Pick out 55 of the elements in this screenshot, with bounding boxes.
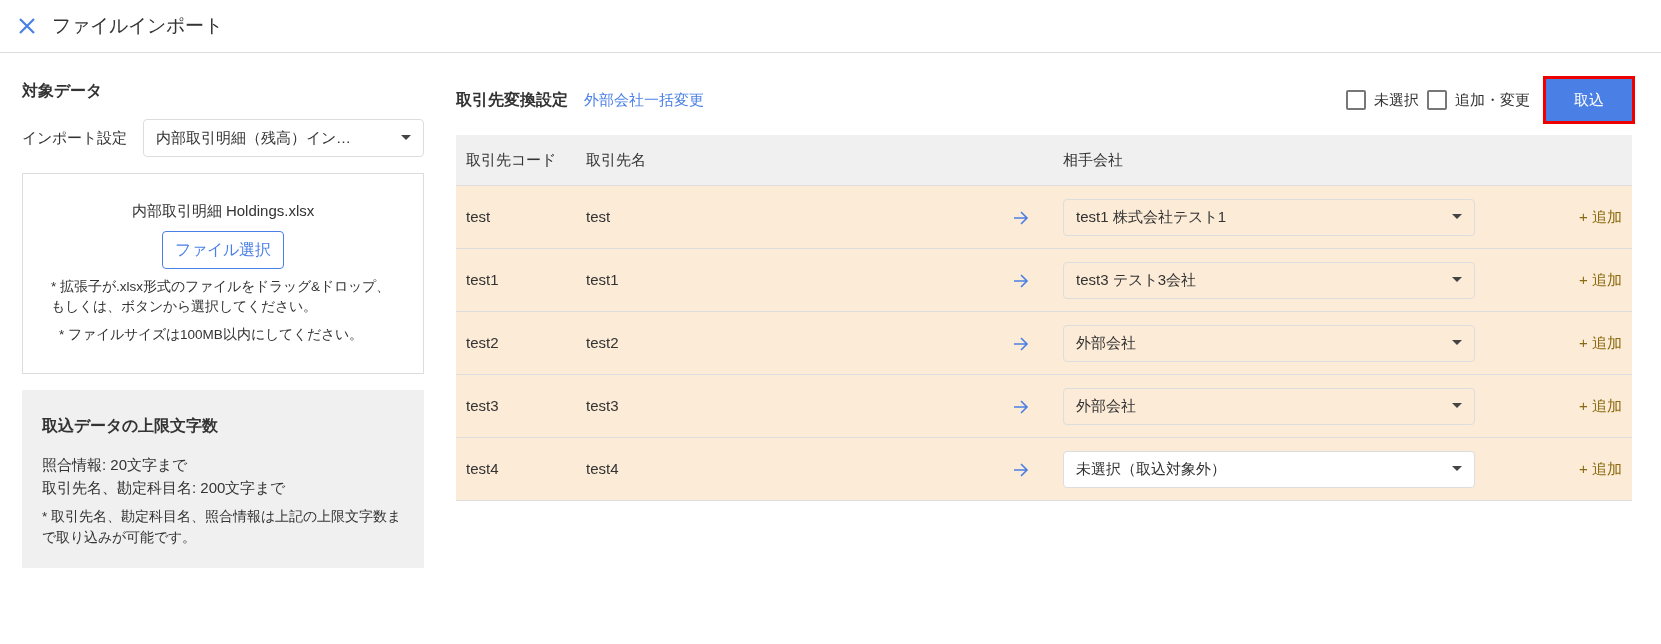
panel-heading: 取込データの上限文字数 (42, 416, 219, 437)
add-link[interactable]: + 追加 (1579, 333, 1622, 351)
table-cell-text: test1 (586, 269, 620, 290)
table-cell-text: test4 (465, 458, 500, 479)
limit-text: 照合情報: 20文字まで (42, 455, 189, 476)
note-text: * 取引先名、勘定科目名、照合情報は上記の上限文字数まで取り込みが可能です。 (42, 508, 402, 547)
caret-icon (1452, 403, 1462, 409)
limit-text: 取引先名、勘定科目名: 200文字まで (42, 477, 287, 498)
table-cell-text: test1 (465, 269, 500, 290)
file-select-button[interactable]: ファイル選択 (162, 230, 284, 269)
table-cell-text: test3 (465, 395, 500, 416)
window-title: ファイルインポート (52, 13, 223, 38)
partner-select[interactable]: 未選択（取込対象外） (1063, 450, 1475, 488)
right-arrow-icon (1013, 336, 1029, 351)
column-header: 取引先名 (586, 149, 647, 170)
table-cell-text: test (465, 206, 492, 227)
note-text: * ファイルサイズは100MB以内にしてください。 (58, 326, 364, 344)
checkbox[interactable] (1427, 90, 1447, 110)
close-icon[interactable] (18, 17, 36, 35)
table-cell-text: test2 (586, 332, 620, 353)
caret-icon (1452, 466, 1462, 472)
partner-select[interactable]: test3 テスト3会社 (1063, 261, 1475, 299)
partner-select[interactable]: 外部会社 (1063, 387, 1475, 425)
checkbox-label: 未選択 (1374, 89, 1419, 110)
add-link[interactable]: + 追加 (1579, 459, 1622, 477)
checkbox-label: 追加・変更 (1455, 89, 1530, 110)
import-button[interactable]: 取込 (1546, 79, 1632, 121)
right-arrow-icon (1013, 399, 1029, 414)
table-cell-text: test (586, 206, 612, 227)
caret-icon (1452, 277, 1462, 283)
bulk-change-link[interactable]: 外部会社一括変更 (584, 88, 704, 112)
right-arrow-icon (1013, 210, 1029, 225)
add-link[interactable]: + 追加 (1579, 270, 1622, 288)
right-arrow-icon (1013, 273, 1029, 288)
table-cell-text: test2 (465, 332, 500, 353)
caret-icon (1452, 340, 1462, 346)
right-arrow-icon (1013, 462, 1029, 477)
partner-select[interactable]: 外部会社 (1063, 324, 1475, 362)
column-header: 相手会社 (1063, 149, 1124, 170)
field-label: インポート設定 (22, 127, 127, 148)
drop-zone[interactable]: 内部取引明細 Holdings.xlsx ファイル選択 * 拡張子が.xlsx形式のファイルをドラッグ&ドロップ、もしくは、ボタンから選択してください。 * ファイルサイズは100MB以内にしてください。 (22, 173, 424, 375)
partner-select[interactable]: test1 株式会社テスト1 (1063, 198, 1475, 236)
checkbox[interactable] (1346, 90, 1366, 110)
table-cell-text: test3 (586, 395, 620, 416)
table-cell-text: test4 (586, 458, 620, 479)
note-text: * 拡張子が.xlsx形式のファイルをドラッグ&ドロップ、もしくは、ボタンから選択してください。 (51, 277, 391, 316)
column-header: 取引先コード (465, 149, 557, 170)
section-heading: 取引先変換設定 (456, 90, 568, 110)
section-heading: 対象データ (22, 81, 103, 101)
caret-icon (1452, 214, 1462, 220)
add-link[interactable]: + 追加 (1579, 207, 1622, 225)
import-setting-select[interactable]: 内部取引明細（残高）イン… (143, 119, 424, 157)
file-name: 内部取引明細 Holdings.xlsx (130, 201, 316, 221)
caret-icon (401, 135, 411, 141)
add-link[interactable]: + 追加 (1579, 396, 1622, 414)
